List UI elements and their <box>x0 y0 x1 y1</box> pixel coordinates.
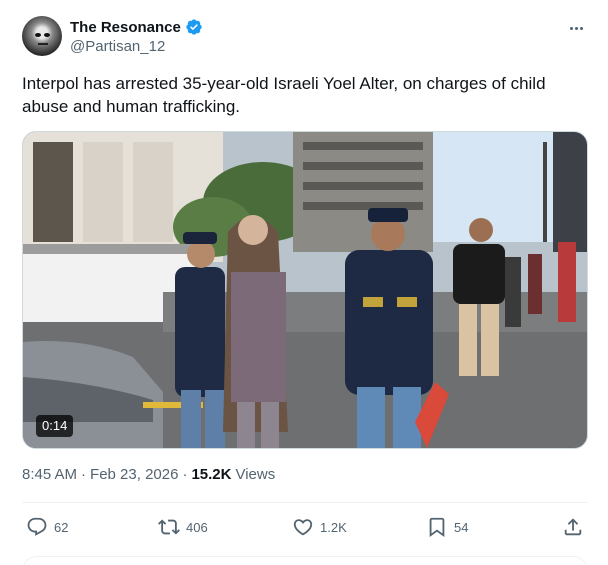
share-icon <box>564 518 582 536</box>
like-count: 1.2K <box>320 519 347 535</box>
repost-count: 406 <box>186 519 208 535</box>
reply-button[interactable]: 62 <box>26 514 68 540</box>
repost-button[interactable]: 406 <box>158 514 208 540</box>
bookmark-count: 54 <box>454 519 469 535</box>
divider <box>22 502 588 503</box>
meta-separator: · <box>182 466 188 483</box>
bookmark-icon <box>429 517 445 538</box>
avatar-eye <box>44 33 50 37</box>
views-count: 15.2K <box>191 466 232 483</box>
share-button[interactable] <box>562 514 584 540</box>
repost-icon <box>158 519 180 535</box>
tweet-date[interactable]: Feb 23, 2026 <box>90 466 178 483</box>
reply-icon <box>27 517 47 536</box>
more-options-icon[interactable] <box>566 18 586 38</box>
views-label: Views <box>235 466 276 483</box>
video-duration-badge: 0:14 <box>36 415 74 437</box>
heart-icon <box>293 519 313 536</box>
author-name-row[interactable]: The Resonance <box>70 18 203 36</box>
bookmark-button[interactable]: 54 <box>426 514 468 540</box>
action-bar: 62 406 1.2K 54 <box>22 514 588 540</box>
avatar-mouth <box>38 43 48 45</box>
tweet-text: Interpol has arrested 35-year-old Israel… <box>22 74 546 116</box>
video-player[interactable] <box>22 131 588 449</box>
like-button[interactable]: 1.2K <box>292 514 347 540</box>
avatar-eye <box>35 33 41 37</box>
video-thumbnail <box>23 132 587 448</box>
author-handle[interactable]: @Partisan_12 <box>70 38 165 55</box>
tweet-time[interactable]: 8:45 AM <box>22 466 77 483</box>
meta-separator: · <box>81 466 87 483</box>
tweet-card: The Resonance @Partisan_12 Interpol has … <box>0 0 608 565</box>
reply-count: 62 <box>54 519 69 535</box>
reply-composer[interactable] <box>22 556 588 565</box>
avatar[interactable] <box>22 16 62 56</box>
tweet-meta: 8:45 AM · Feb 23, 2026 · 15.2K Views <box>22 466 275 483</box>
verified-badge-icon <box>186 19 202 35</box>
author-display-name[interactable]: The Resonance <box>70 19 181 36</box>
